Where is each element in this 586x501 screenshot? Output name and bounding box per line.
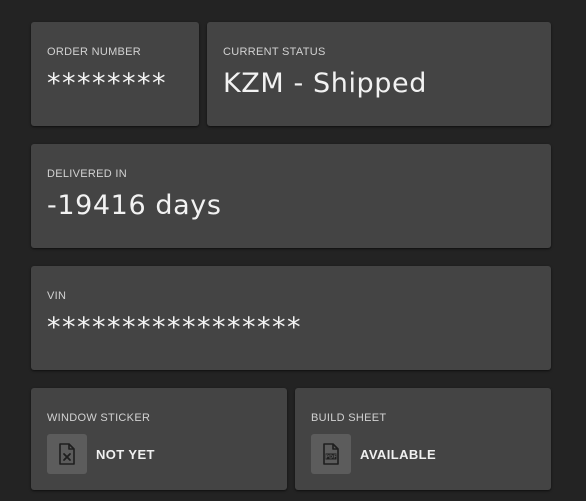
- order-number-label: ORDER NUMBER: [47, 46, 142, 58]
- window-sticker-card: WINDOW STICKER NOT YET: [31, 388, 287, 490]
- delivered-in-value: -19416 days: [47, 190, 222, 221]
- order-number-card: ORDER NUMBER ********: [31, 22, 199, 126]
- current-status-value: KZM - Shipped: [223, 68, 427, 99]
- current-status-label: CURRENT STATUS: [223, 46, 326, 58]
- delivered-in-card: DELIVERED IN -19416 days: [31, 144, 551, 248]
- window-sticker-status: NOT YET: [96, 446, 155, 462]
- vin-label: VIN: [47, 290, 67, 302]
- file-x-icon: [47, 434, 87, 474]
- window-sticker-label: WINDOW STICKER: [47, 412, 151, 424]
- vin-value: *****************: [47, 312, 302, 343]
- delivered-in-label: DELIVERED IN: [47, 168, 128, 180]
- build-sheet-label: BUILD SHEET: [311, 412, 387, 424]
- build-sheet-card: BUILD SHEET PDF AVAILABLE: [295, 388, 551, 490]
- window-sticker-row: NOT YET: [47, 434, 155, 474]
- build-sheet-row[interactable]: PDF AVAILABLE: [311, 434, 436, 474]
- vin-card: VIN *****************: [31, 266, 551, 370]
- top-strip: [0, 0, 586, 10]
- order-number-value: ********: [47, 68, 167, 99]
- current-status-card: CURRENT STATUS KZM - Shipped: [207, 22, 551, 126]
- build-sheet-status[interactable]: AVAILABLE: [360, 447, 436, 462]
- pdf-file-icon[interactable]: PDF: [311, 434, 351, 474]
- svg-text:PDF: PDF: [325, 454, 336, 460]
